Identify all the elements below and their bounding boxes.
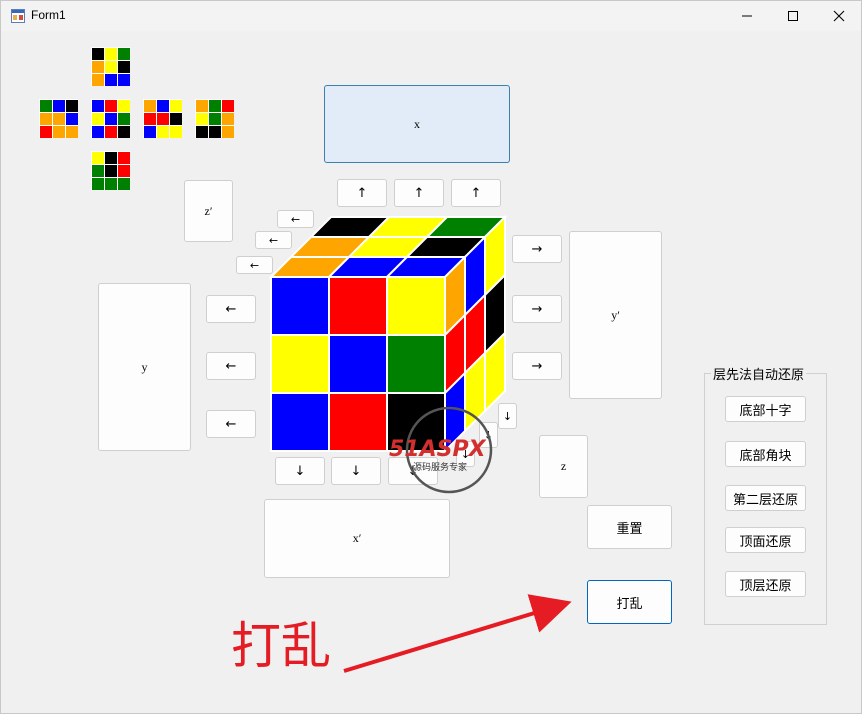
annotation-arrow-icon [343,594,572,673]
form1-window: Form1 x z′ y y′ z x′ ↑ ↑ ↑ ← ← ← ← ← ← →… [0,0,862,714]
